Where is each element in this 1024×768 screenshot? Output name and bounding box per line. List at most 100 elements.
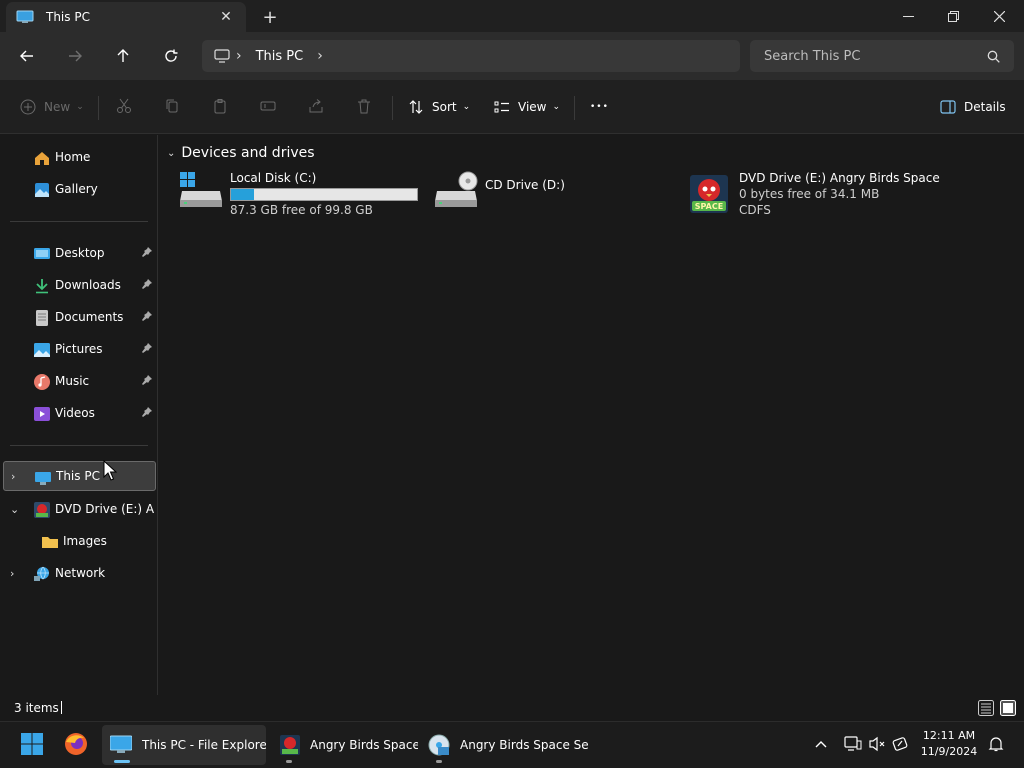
details-view-icon[interactable] (978, 700, 994, 719)
battery-icon[interactable] (891, 734, 911, 754)
videos-icon (34, 406, 50, 422)
documents-icon (34, 310, 50, 326)
pin-icon[interactable] (142, 310, 152, 324)
sidebar-label: Network (55, 566, 106, 580)
chevron-right-icon[interactable]: › (10, 567, 14, 580)
new-button[interactable]: New ⌄ (20, 94, 84, 120)
paste-button[interactable] (212, 94, 228, 120)
more-options-button[interactable]: ••• (590, 94, 609, 120)
chevron-up-icon (815, 741, 827, 748)
command-bar: New ⌄ Sort ⌄ View ⌄ ••• Details (0, 80, 1024, 134)
drive-local-disk-c[interactable]: Local Disk (C:) 87.3 GB free of 99.8 GB (179, 171, 439, 219)
chevron-right-icon[interactable]: › (317, 48, 323, 64)
show-hidden-icons-button[interactable] (811, 734, 831, 754)
copy-button[interactable] (164, 94, 180, 120)
mouse-cursor-icon (103, 460, 117, 481)
computer-icon (110, 735, 132, 755)
sidebar-label: Pictures (55, 342, 103, 356)
sort-button[interactable]: Sort ⌄ (408, 94, 470, 120)
new-tab-button[interactable]: + (258, 6, 282, 28)
minimize-button[interactable] (885, 0, 931, 32)
sidebar-item-network[interactable]: › Network (0, 558, 158, 588)
view-button[interactable]: View ⌄ (494, 94, 560, 120)
active-indicator (114, 760, 130, 763)
pin-icon[interactable] (142, 342, 152, 356)
chevron-down-icon[interactable]: ⌄ (167, 148, 175, 159)
file-explorer-taskbar-button[interactable]: This PC - File Explorer (102, 725, 266, 765)
pictures-icon (34, 342, 50, 358)
group-title: Devices and drives (181, 145, 315, 161)
sidebar-label: Home (55, 150, 91, 164)
windows-drive-icon (179, 171, 223, 212)
start-button[interactable] (14, 725, 50, 765)
sidebar-label: Gallery (55, 182, 98, 196)
search-input[interactable]: Search This PC (764, 49, 987, 64)
tab-this-pc[interactable]: This PC ✕ (6, 2, 246, 32)
drive-usage-fill (231, 189, 255, 200)
taskbar-app-label: This PC - File Explorer (142, 738, 266, 752)
view-list-icon (494, 99, 510, 115)
chevron-right-icon[interactable]: › (236, 48, 242, 64)
group-header-devices[interactable]: ⌄ Devices and drives (167, 145, 315, 161)
restore-button[interactable] (930, 0, 976, 32)
delete-button[interactable] (356, 94, 372, 120)
sidebar-item-downloads[interactable]: Downloads (0, 270, 158, 300)
pin-icon[interactable] (142, 246, 152, 260)
chevron-right-icon[interactable]: › (11, 470, 15, 483)
back-button[interactable] (12, 42, 42, 70)
divider (10, 221, 148, 222)
divider (98, 96, 99, 120)
network-status-icon[interactable] (843, 734, 863, 754)
clock[interactable]: 12:11 AM 11/9/2024 (914, 728, 984, 760)
view-label: View (518, 100, 547, 114)
pin-icon[interactable] (142, 278, 152, 292)
details-button[interactable]: Details (940, 94, 1006, 120)
forward-button[interactable] (60, 42, 90, 70)
close-tab-button[interactable]: ✕ (216, 7, 236, 27)
drive-dvd-e[interactable]: SPACE DVD Drive (E:) Angry Birds Space 0… (689, 171, 989, 219)
pin-icon[interactable] (142, 374, 152, 388)
breadcrumb-this-pc[interactable]: This PC (256, 49, 304, 64)
share-icon (308, 98, 324, 117)
sidebar-item-documents[interactable]: Documents (0, 302, 158, 332)
downloads-icon (34, 278, 50, 294)
sidebar-item-desktop[interactable]: Desktop (0, 238, 158, 268)
refresh-icon (165, 49, 178, 62)
close-window-button[interactable] (976, 0, 1022, 32)
large-icons-view-icon[interactable] (1000, 700, 1016, 719)
rename-button[interactable] (260, 94, 276, 120)
sidebar-item-images[interactable]: Images (0, 526, 158, 556)
sidebar-item-pictures[interactable]: Pictures (0, 334, 158, 364)
notifications-icon[interactable] (986, 734, 1006, 754)
drive-cd-d[interactable]: CD Drive (D:) (434, 171, 664, 219)
volume-muted-icon[interactable] (868, 734, 888, 754)
search-box[interactable]: Search This PC (750, 40, 1014, 72)
sidebar-item-dvd-drive[interactable]: ⌄ DVD Drive (E:) Angry Birds Space (0, 494, 158, 524)
chevron-down-icon: ⌄ (462, 102, 471, 112)
refresh-button[interactable] (156, 42, 186, 70)
angry-birds-taskbar-button[interactable]: Angry Birds Space (272, 725, 418, 765)
sidebar-item-gallery[interactable]: Gallery (0, 174, 158, 204)
chevron-down-icon[interactable]: ⌄ (10, 503, 19, 516)
share-button[interactable] (308, 94, 324, 120)
taskbar: This PC - File Explorer Angry Birds Spac… (0, 721, 1024, 768)
details-pane-icon (940, 100, 956, 114)
gallery-icon (34, 182, 50, 198)
trash-icon (356, 98, 372, 117)
sidebar-item-videos[interactable]: Videos (0, 398, 158, 428)
address-bar[interactable]: › This PC › (202, 40, 740, 72)
sidebar-item-this-pc[interactable]: › This PC (3, 461, 156, 491)
copy-icon (164, 98, 180, 117)
cut-button[interactable] (116, 94, 132, 120)
firefox-taskbar-button[interactable] (58, 725, 94, 765)
cd-drive-icon (434, 171, 478, 212)
up-button[interactable] (108, 42, 138, 70)
sort-label: Sort (432, 100, 457, 114)
pin-icon[interactable] (142, 406, 152, 420)
monitor-icon (214, 49, 230, 63)
sidebar-label: Desktop (55, 246, 105, 260)
sidebar-item-music[interactable]: Music (0, 366, 158, 396)
setup-taskbar-button[interactable]: Angry Birds Space Setup (420, 725, 590, 765)
sidebar-item-home[interactable]: Home (0, 142, 158, 172)
running-indicator (436, 760, 442, 763)
